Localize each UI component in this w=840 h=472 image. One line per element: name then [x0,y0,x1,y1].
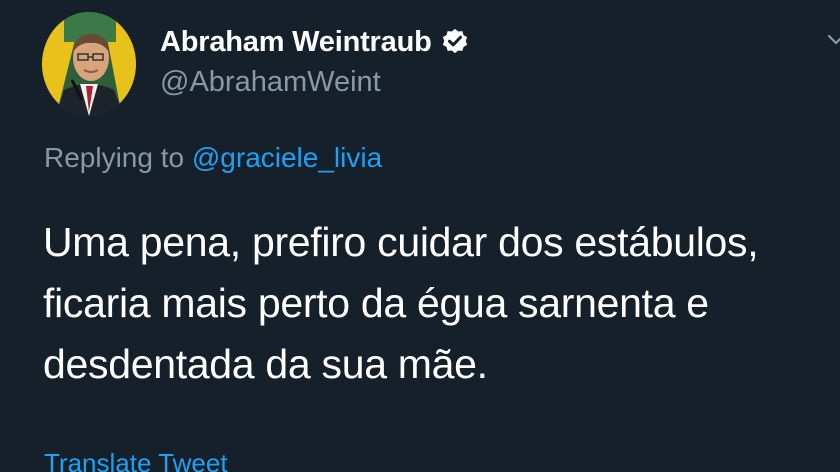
tweet-text: Uma pena, prefiro cuidar dos estábulos, … [43,212,833,395]
author-handle[interactable]: @AbrahamWeint [160,66,381,99]
tweet-text-line: Uma pena, prefiro cuidar dos estábulos, [43,219,759,265]
tweet-card: Abraham Weintraub @AbrahamWeint Replying… [0,0,840,472]
tweet-text-line: desdentada da sua mãe. [43,341,488,387]
replying-to-label: Replying to [44,142,185,173]
author-name-row[interactable]: Abraham Weintraub [160,22,470,62]
avatar-image [42,12,136,116]
verified-badge-icon [440,27,470,57]
chevron-down-icon[interactable] [826,30,840,50]
tweet-text-line: ficaria mais perto da égua sarnenta e [43,280,709,326]
replying-to-line: Replying to @graciele_livia [44,142,382,174]
translate-tweet-link[interactable]: Translate Tweet [44,448,228,472]
author-display-name[interactable]: Abraham Weintraub [160,26,432,59]
reply-mention-link[interactable]: @graciele_livia [192,142,382,173]
author-avatar[interactable] [42,12,136,116]
